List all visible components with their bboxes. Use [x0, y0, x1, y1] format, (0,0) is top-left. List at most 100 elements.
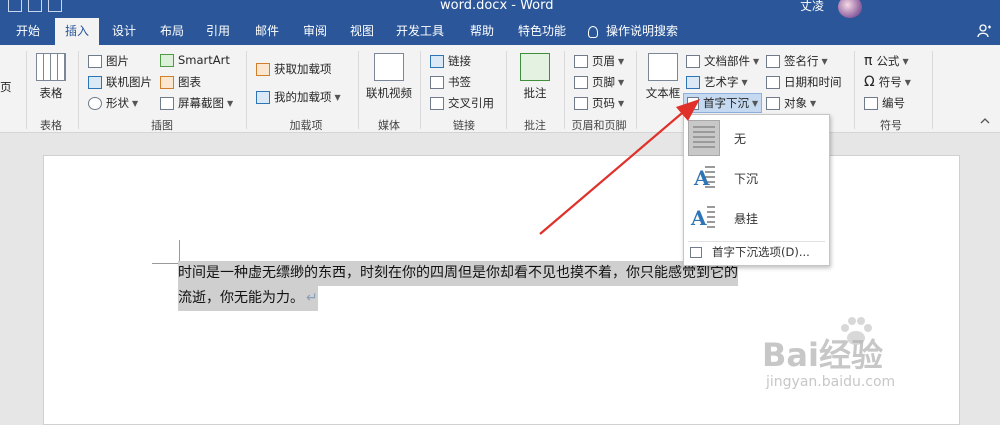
textbox-button[interactable]: 文本框: [644, 53, 682, 101]
tab-review[interactable]: 审阅: [293, 18, 337, 45]
tab-insert[interactable]: 插入: [55, 18, 99, 45]
group-label-tables: 表格: [40, 119, 62, 132]
header-button[interactable]: 页眉 ▼: [574, 53, 624, 69]
tell-me-label: 操作说明搜索: [606, 24, 679, 38]
numbering-button[interactable]: 编号: [864, 95, 905, 111]
save-icon[interactable]: [28, 0, 42, 12]
table-button[interactable]: 表格: [34, 53, 68, 101]
tab-references[interactable]: 引用: [196, 18, 240, 45]
tab-developer[interactable]: 开发工具: [390, 18, 450, 45]
pages-label: 页: [0, 80, 12, 94]
tab-layout[interactable]: 布局: [150, 18, 194, 45]
chevron-down-icon: ▼: [753, 56, 760, 66]
tab-featured[interactable]: 特色功能: [512, 18, 572, 45]
tab-help[interactable]: 帮助: [460, 18, 504, 45]
textbox-label: 文本框: [645, 86, 681, 100]
tab-mailings[interactable]: 邮件: [245, 18, 289, 45]
signature-label: 签名行: [784, 54, 819, 68]
drop-cap-none[interactable]: 无: [688, 119, 826, 157]
group-label-links: 链接: [453, 119, 475, 132]
chart-label: 图表: [178, 75, 201, 89]
equation-button[interactable]: π 公式 ▼: [864, 53, 909, 69]
symbol-button[interactable]: Ω 符号 ▼: [864, 74, 911, 90]
chart-button[interactable]: 图表: [160, 74, 201, 90]
baidu-watermark: Bai经验 jingyan.baidu.com: [758, 317, 998, 416]
text-line-2: 流逝，你无能为力。: [178, 290, 304, 306]
separator: [564, 51, 565, 129]
shapes-button[interactable]: 形状 ▼: [88, 95, 138, 111]
screenshot-button[interactable]: 屏幕截图 ▼: [160, 95, 233, 111]
group-label-symbols: 符号: [880, 119, 902, 132]
drop-cap-dropped[interactable]: A 下沉: [688, 159, 826, 197]
selected-text-line-1[interactable]: 时间是一种虚无缥缈的东西，时刻在你的四周但是你却看不见也摸不着，你只能感觉到它的: [178, 261, 738, 286]
selected-text-line-2[interactable]: 流逝，你无能为力。 ↵: [178, 286, 318, 311]
link-label: 链接: [448, 54, 471, 68]
tab-home[interactable]: 开始: [6, 18, 50, 45]
tab-design[interactable]: 设计: [102, 18, 146, 45]
cross-reference-button[interactable]: 交叉引用: [430, 95, 494, 111]
picture-button[interactable]: 图片: [88, 53, 129, 69]
shapes-icon: [88, 96, 102, 110]
window-title: word.docx - Word: [440, 0, 554, 13]
my-addins-button[interactable]: 我的加载项 ▼: [256, 89, 341, 105]
link-button[interactable]: 链接: [430, 53, 471, 69]
group-label-illustrations: 插图: [151, 119, 173, 132]
user-name[interactable]: 丈凌: [800, 0, 824, 14]
autosave-icon[interactable]: [8, 0, 22, 12]
drop-cap-button[interactable]: 首字下沉 ▼: [683, 93, 763, 113]
chevron-down-icon: ▼: [618, 98, 625, 108]
share-person-icon[interactable]: [977, 24, 991, 38]
drop-cap-in-margin-label: 悬挂: [734, 211, 759, 226]
drop-cap-dropped-label: 下沉: [734, 171, 759, 186]
cross-reference-label: 交叉引用: [448, 96, 494, 110]
undo-icon[interactable]: [48, 0, 62, 12]
comment-button[interactable]: 批注: [516, 53, 554, 101]
margin-corner-mark: [152, 240, 180, 264]
separator: [932, 51, 933, 129]
page-number-label: 页码: [592, 96, 615, 110]
drop-cap-none-icon: [688, 120, 720, 156]
collapse-ribbon-icon[interactable]: [980, 117, 990, 125]
chevron-down-icon: ▼: [618, 56, 625, 66]
signature-line-button[interactable]: 签名行 ▼: [766, 53, 828, 69]
chevron-down-icon: ▼: [752, 98, 759, 108]
wordart-button[interactable]: 艺术字 ▼: [686, 74, 748, 90]
chevron-down-icon: ▼: [741, 77, 748, 87]
cross-reference-icon: [430, 96, 444, 110]
get-addins-button[interactable]: 获取加载项: [256, 61, 332, 77]
table-label: 表格: [39, 86, 63, 100]
separator: [78, 51, 79, 129]
quick-parts-button[interactable]: 文档部件 ▼: [686, 53, 759, 69]
paragraph-mark: ↵: [306, 290, 318, 306]
avatar[interactable]: [838, 0, 862, 18]
drop-cap-in-margin[interactable]: A 悬挂: [688, 199, 826, 237]
footer-button[interactable]: 页脚 ▼: [574, 74, 624, 90]
bookmark-button[interactable]: 书签: [430, 74, 471, 90]
screenshot-label: 屏幕截图: [178, 96, 224, 110]
chevron-down-icon: ▼: [334, 92, 341, 102]
tab-view[interactable]: 视图: [340, 18, 384, 45]
chevron-down-icon: ▼: [618, 77, 625, 87]
group-label-media: 媒体: [378, 119, 400, 132]
date-time-button[interactable]: 日期和时间: [766, 74, 842, 90]
paragraph[interactable]: 时间是一种虚无缥缈的东西，时刻在你的四周但是你却看不见也摸不着，你只能感觉到它的…: [178, 261, 818, 311]
smartart-label: SmartArt: [178, 53, 230, 67]
calendar-icon: [766, 75, 780, 89]
tell-me-search[interactable]: 操作说明搜索: [588, 18, 678, 45]
online-video-button[interactable]: 联机视频: [364, 53, 414, 101]
numbering-icon: [864, 96, 878, 110]
online-picture-button[interactable]: 联机图片: [88, 74, 152, 90]
chevron-down-icon: ▼: [810, 98, 817, 108]
bookmark-icon: [430, 75, 444, 89]
object-button[interactable]: 对象 ▼: [766, 95, 816, 111]
chart-icon: [160, 75, 174, 89]
online-picture-label: 联机图片: [106, 75, 152, 89]
group-label-header-footer: 页眉和页脚: [571, 119, 627, 132]
object-label: 对象: [784, 96, 807, 110]
bookmark-label: 书签: [448, 75, 471, 89]
smartart-button[interactable]: SmartArt: [160, 53, 230, 67]
date-time-label: 日期和时间: [784, 75, 842, 89]
drop-cap-options-button[interactable]: 首字下沉选项(D)...: [690, 244, 810, 260]
pages-button-partial[interactable]: 页: [0, 79, 12, 95]
page-number-button[interactable]: 页码 ▼: [574, 95, 624, 111]
